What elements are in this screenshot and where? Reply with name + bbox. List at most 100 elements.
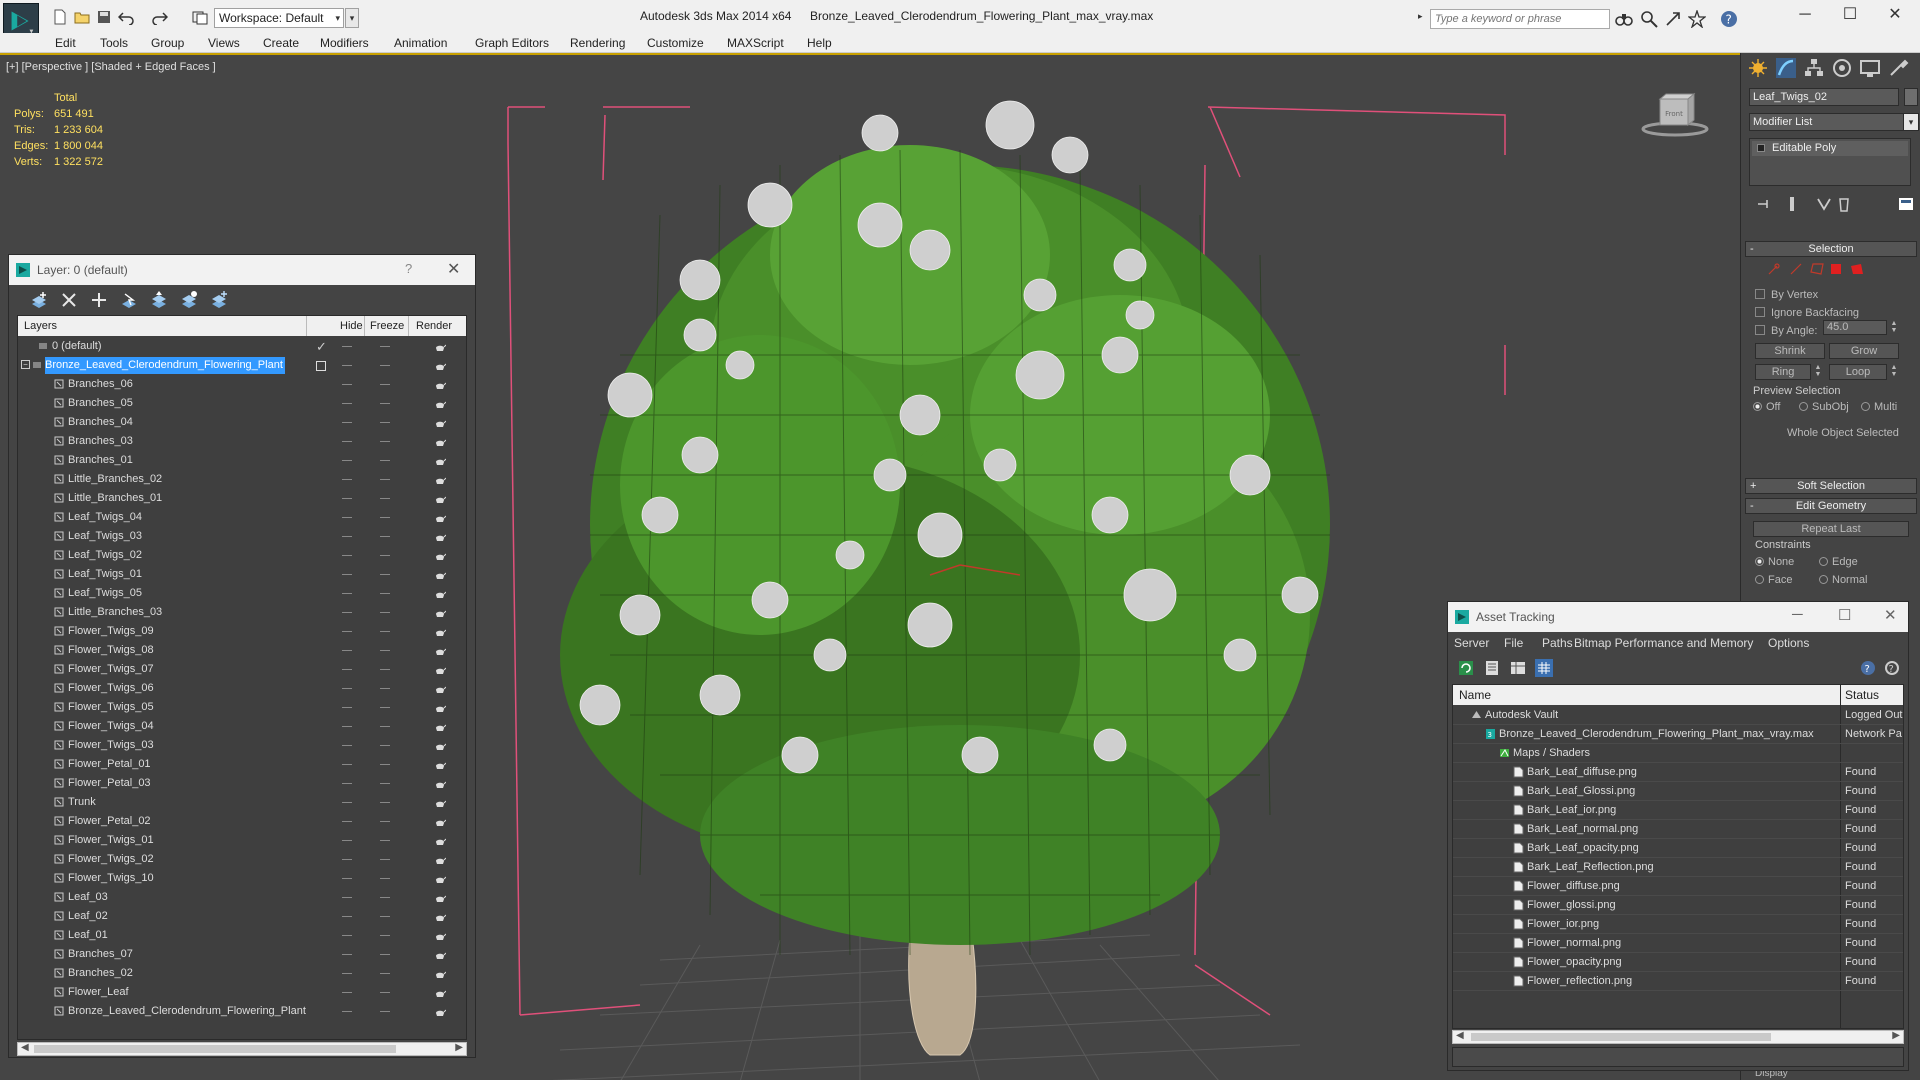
hide-toggle[interactable]	[342, 365, 352, 366]
layer-horizontal-scrollbar[interactable]: ◀ ▶	[17, 1042, 467, 1056]
selection-rollout-header[interactable]: - Selection	[1745, 241, 1917, 257]
shrink-button[interactable]: Shrink	[1755, 343, 1825, 359]
render-teapot-icon[interactable]	[434, 607, 447, 619]
freeze-toggle[interactable]	[380, 650, 390, 651]
render-teapot-icon[interactable]	[434, 892, 447, 904]
menu-group[interactable]: Group	[151, 36, 184, 50]
hide-toggle[interactable]	[342, 840, 352, 841]
render-teapot-icon[interactable]	[434, 1006, 447, 1018]
freeze-toggle[interactable]	[380, 897, 390, 898]
freeze-toggle[interactable]	[380, 821, 390, 822]
vault-help-icon[interactable]: ?	[1858, 658, 1878, 678]
ignore-backfacing-checkbox[interactable]: Ignore Backfacing	[1755, 307, 1859, 319]
redo-icon[interactable]	[152, 9, 169, 26]
layer-row[interactable]: Flower_Twigs_06	[18, 679, 466, 698]
freeze-toggle[interactable]	[380, 517, 390, 518]
layer-row[interactable]: Flower_Twigs_08	[18, 641, 466, 660]
freeze-toggle[interactable]	[380, 726, 390, 727]
layer-row[interactable]: Flower_Petal_03	[18, 774, 466, 793]
layer-row[interactable]: Flower_Petal_01	[18, 755, 466, 774]
asset-row[interactable]: Bark_Leaf_diffuse.png Found	[1453, 763, 1903, 782]
binoculars-icon[interactable]	[1615, 10, 1633, 28]
hide-toggle[interactable]	[342, 954, 352, 955]
layer-row[interactable]: Little_Branches_02	[18, 470, 466, 489]
asset-row[interactable]: Flower_glossi.png Found	[1453, 896, 1903, 915]
layer-close-button[interactable]: ✕	[447, 259, 460, 279]
layer-row[interactable]: Flower_Leaf	[18, 983, 466, 1002]
asset-scroll-right-icon[interactable]: ▶	[1892, 1030, 1900, 1041]
scroll-right-icon[interactable]: ▶	[455, 1042, 463, 1053]
constraint-edge-radio[interactable]: Edge	[1819, 556, 1858, 568]
layer-row[interactable]: Flower_Twigs_01	[18, 831, 466, 850]
render-teapot-icon[interactable]	[434, 778, 447, 790]
freeze-toggle[interactable]	[380, 460, 390, 461]
freeze-toggle[interactable]	[380, 612, 390, 613]
by-angle-checkbox[interactable]: By Angle:	[1755, 325, 1817, 337]
layer-row[interactable]: Little_Branches_01	[18, 489, 466, 508]
utilities-tab-icon[interactable]	[1887, 57, 1909, 79]
freeze-toggle[interactable]	[380, 688, 390, 689]
render-teapot-icon[interactable]	[434, 740, 447, 752]
render-teapot-icon[interactable]	[434, 987, 447, 999]
render-teapot-icon[interactable]	[434, 721, 447, 733]
freeze-toggle[interactable]	[380, 916, 390, 917]
render-teapot-icon[interactable]	[434, 531, 447, 543]
layer-row[interactable]: Leaf_02	[18, 907, 466, 926]
hide-toggle[interactable]	[342, 422, 352, 423]
render-teapot-icon[interactable]	[434, 873, 447, 885]
menu-edit[interactable]: Edit	[55, 36, 76, 50]
grid-view-icon[interactable]	[1534, 658, 1554, 678]
freeze-toggle[interactable]	[380, 669, 390, 670]
ring-button[interactable]: Ring	[1755, 364, 1811, 380]
hide-toggle[interactable]	[342, 764, 352, 765]
modify-tab-icon[interactable]	[1775, 57, 1797, 79]
freeze-toggle[interactable]	[380, 422, 390, 423]
asset-row[interactable]: Flower_normal.png Found	[1453, 934, 1903, 953]
layer-row[interactable]: Flower_Twigs_10	[18, 869, 466, 888]
asset-row[interactable]: Flower_opacity.png Found	[1453, 953, 1903, 972]
hide-toggle[interactable]	[342, 593, 352, 594]
render-teapot-icon[interactable]	[434, 911, 447, 923]
asset-scroll-thumb[interactable]	[1471, 1033, 1771, 1041]
layer-row[interactable]: Little_Branches_03	[18, 603, 466, 622]
grow-button[interactable]: Grow	[1829, 343, 1899, 359]
hide-toggle[interactable]	[342, 631, 352, 632]
layer-row[interactable]: Leaf_Twigs_03	[18, 527, 466, 546]
hide-toggle[interactable]	[342, 707, 352, 708]
hide-toggle[interactable]	[342, 346, 352, 347]
loop-button[interactable]: Loop	[1829, 364, 1887, 380]
constraint-normal-radio[interactable]: Normal	[1819, 574, 1867, 586]
asset-row[interactable]: Flower_ior.png Found	[1453, 915, 1903, 934]
modifier-list-arrow[interactable]: ▾	[1903, 113, 1919, 131]
delete-layer-icon[interactable]	[59, 290, 79, 310]
layer-row[interactable]: Trunk	[18, 793, 466, 812]
asset-row[interactable]: Flower_diffuse.png Found	[1453, 877, 1903, 896]
close-window-button[interactable]: ✕	[1885, 5, 1905, 25]
hide-toggle[interactable]	[342, 688, 352, 689]
menu-help[interactable]: Help	[807, 36, 832, 50]
render-teapot-icon[interactable]	[434, 854, 447, 866]
layer-row[interactable]: − Bronze_Leaved_Clerodendrum_Flowering_Pl…	[18, 356, 466, 375]
menu-tools[interactable]: Tools	[100, 36, 128, 50]
layer-row[interactable]: Flower_Twigs_09	[18, 622, 466, 641]
asset-menu-file[interactable]: File	[1504, 636, 1523, 650]
project-folder-icon[interactable]	[192, 9, 208, 25]
freeze-toggle[interactable]	[380, 593, 390, 594]
layer-row[interactable]: Flower_Twigs_07	[18, 660, 466, 679]
render-teapot-icon[interactable]	[434, 835, 447, 847]
create-tab-icon[interactable]	[1747, 57, 1769, 79]
undo-icon[interactable]	[117, 9, 134, 26]
render-teapot-icon[interactable]	[434, 455, 447, 467]
hide-toggle[interactable]	[342, 612, 352, 613]
hide-toggle[interactable]	[342, 859, 352, 860]
ring-spinner[interactable]: ▲ ▼	[1813, 364, 1823, 379]
layer-row[interactable]: Leaf_Twigs_02	[18, 546, 466, 565]
loop-spinner[interactable]: ▲ ▼	[1889, 364, 1899, 379]
render-teapot-icon[interactable]	[434, 949, 447, 961]
asset-row[interactable]: Bark_Leaf_opacity.png Found	[1453, 839, 1903, 858]
expand-toggle-icon[interactable]: −	[21, 360, 30, 369]
viewcube-icon[interactable]: Front	[1640, 91, 1710, 139]
render-teapot-icon[interactable]	[434, 645, 447, 657]
menu-maxscript[interactable]: MAXScript	[727, 36, 784, 50]
render-teapot-icon[interactable]	[434, 474, 447, 486]
